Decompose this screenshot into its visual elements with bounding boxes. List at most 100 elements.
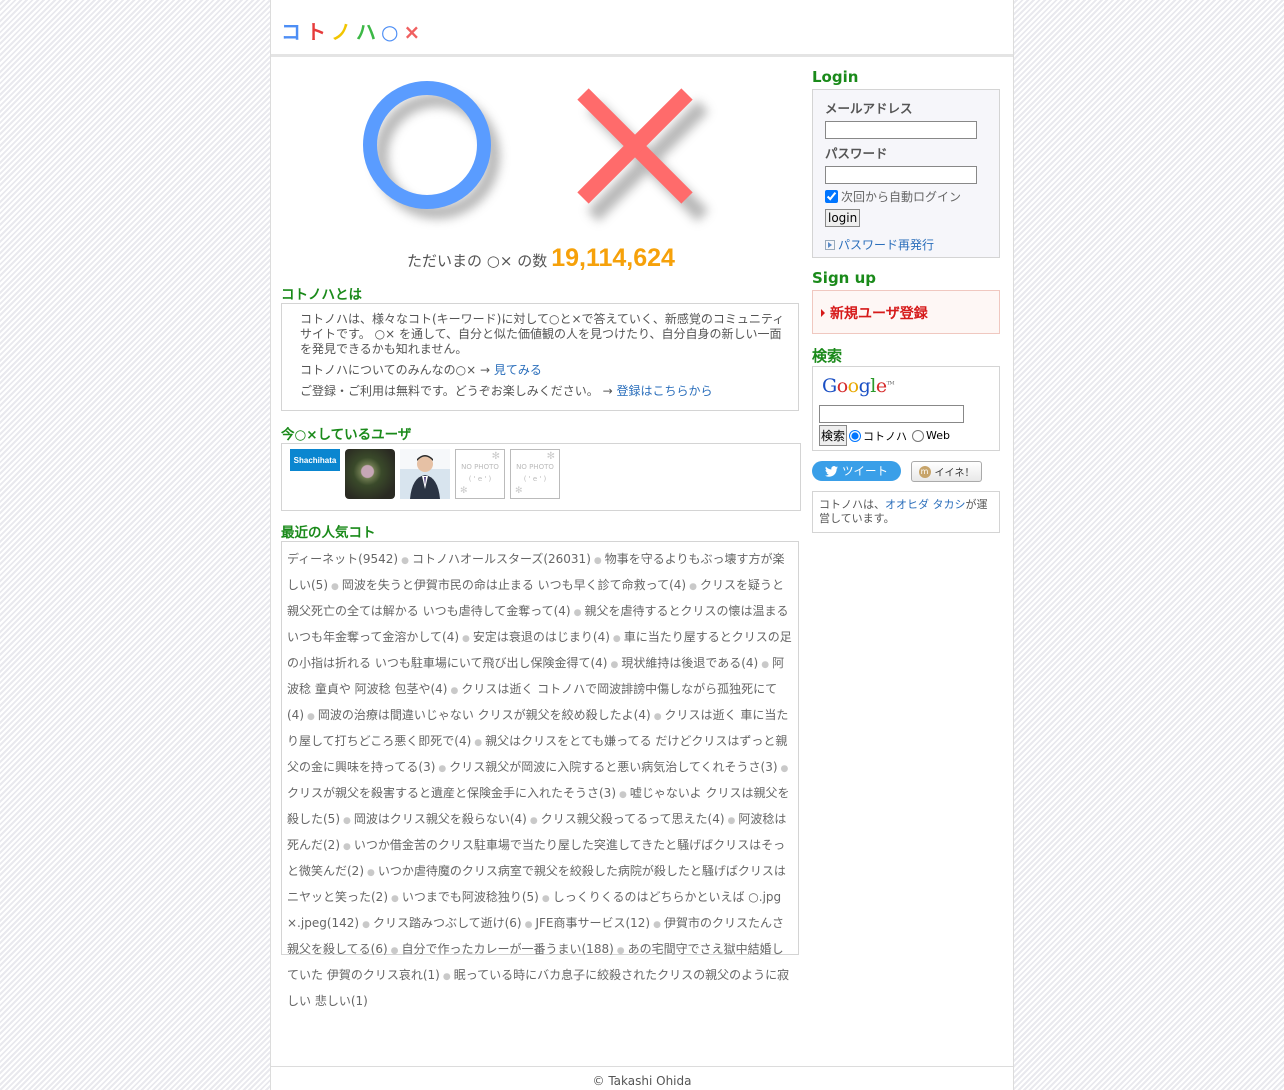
logo-char: ノ [331,20,351,44]
nophoto-face: ( ' e ' ) [468,475,492,483]
login-title: Login [812,68,859,86]
google-letter: G [822,375,837,397]
arrow-box-icon [825,239,835,250]
google-letter: o [836,375,848,397]
autologin-checkbox[interactable] [825,190,838,203]
radio-site-label: コトノハ [863,429,908,443]
popular-keyword-link[interactable]: クリス親父が岡波に入院すると悪い病気治してくれそうさ(3) [449,760,777,774]
popular-keyword-link[interactable]: ディーネット(9542) [287,552,398,566]
popular-keyword-link[interactable]: 安定は衰退のはじまり(4) [473,630,610,644]
hero-graphic [351,80,731,240]
user-thumb-plant[interactable] [345,449,395,499]
site-footer: © Takashi Ohida [271,1066,1013,1088]
operator-link[interactable]: オオヒダ タカシ [885,498,966,511]
reissue-row: パスワード再発行 [825,236,999,253]
search-controls: 検索 コトノハ Web [819,425,950,446]
logo-char: ト [306,20,326,44]
google-letter: g [858,375,871,397]
users-title: 今○×しているユーザ [281,427,412,443]
user-thumb-shachihata[interactable]: Shachihata [290,449,340,471]
tweet-button[interactable]: ツイート [812,461,901,481]
bird-icon [825,465,838,477]
bullet-icon: ● [343,816,351,826]
mixi-icon: m [918,465,931,478]
bullet-icon: ● [462,634,470,644]
bullet-icon: ● [653,712,662,722]
nophoto-face: ( ' e ' ) [523,475,547,483]
popular-keyword-link[interactable]: JFE商事サービス(12) [535,916,650,930]
popular-keyword-link[interactable]: 岡波を失うと伊賀市民の命は止まる いつも早く診て命救って(4) [342,578,686,592]
password-field[interactable] [825,166,977,184]
bullet-icon: ● [442,972,451,982]
sparkle-icon: ✻ [515,486,523,496]
popular-keyword-link[interactable]: クリス踏みつぶして逝け(6) [373,916,522,930]
search-button[interactable]: 検索 [819,425,848,446]
user-thumb-nophoto[interactable]: NO PHOTO ( ' e ' ) ✻ ✻ [455,449,505,499]
popular-keyword-link[interactable]: 自分で作ったカレーが一番うまい(188) [402,942,614,956]
bullet-icon: ● [529,816,538,826]
user-thumb-nophoto[interactable]: NO PHOTO ( ' e ' ) ✻ ✻ [510,449,560,499]
total-count: ただいまの ○× の数 19,114,624 [281,244,801,273]
bullet-icon: ● [450,686,459,696]
sparkle-icon: ✻ [460,486,468,496]
bullet-icon: ● [331,582,339,592]
popular-keyword-link[interactable]: 現状維持は後退である(4) [621,656,758,670]
nophoto-label: NO PHOTO [516,463,554,471]
google-letter: o [847,375,859,397]
popular-keyword-link[interactable]: クリス親父殺ってるって思えた(4) [541,812,725,826]
signup-box: 新規ユーザ登録 [812,290,1000,334]
login-button[interactable]: login [825,209,861,227]
bullet-icon: ● [761,660,770,670]
about-box: コトノハは、様々なコト(キーワード)に対して○と×で答えていく、新感覚のコミュニ… [281,303,799,411]
shachihata-label: Shachihata [293,455,337,465]
about-free: ご登録・ご利用は無料です。どうぞお楽しみください。 → 登録はこちらから [300,384,788,399]
google-logo: GoogleTM [822,375,895,397]
bullet-icon: ● [343,842,351,852]
new-user-register-link[interactable]: 新規ユーザ登録 [830,303,928,323]
autologin-row: 次回から自動ログイン [825,188,999,205]
radio-web[interactable] [912,429,925,442]
bullet-icon: ● [362,920,370,930]
popular-keyword-link[interactable]: 岡波の治療は間違いじゃない クリスが親父を絞め殺したよ(4) [318,708,651,722]
autologin-label: 次回から自動ログイン [841,190,962,204]
email-field[interactable] [825,121,977,139]
email-label: メールアドレス [825,101,913,116]
popular-keyword-link[interactable]: クリスが親父を殺害すると遺産と保険金手に入れたそうさ(3) [287,786,616,800]
search-title: 検索 [812,347,843,365]
users-box: Shachihata NO PHOTO ( ' e ' ) ✻ ✻ NO PHO… [281,443,801,511]
sparkle-icon: ✻ [546,451,555,462]
bullet-icon: ● [474,738,483,748]
sparkle-icon: ✻ [491,451,500,462]
password-reissue-link[interactable]: パスワード再発行 [838,236,934,253]
bullet-icon: ● [390,946,399,956]
google-letter: e [875,375,887,397]
copyright: © Takashi Ohida [592,1074,692,1088]
site-logo[interactable]: コトノハ ○ × [281,20,425,44]
see-link[interactable]: 見てみる [494,363,542,377]
logo-char: ハ [356,20,376,44]
search-box: GoogleTM 検索 コトノハ Web [812,366,1000,451]
bullet-icon: ● [401,556,409,566]
user-thumb-person[interactable] [400,449,450,499]
count-label: ただいまの ○× の数 [407,252,548,270]
about-everyone-text: コトノハについてのみんなの○× → [300,363,491,377]
register-link[interactable]: 登録はこちらから [617,384,713,398]
mixi-like-button[interactable]: m イイネ！ [911,461,982,482]
popular-box: ディーネット(9542) ● コトノハオールスターズ(26031) ● 物事を守るよりも… [281,541,799,1008]
radio-site[interactable] [849,429,862,442]
signup-title: Sign up [812,269,876,287]
search-input[interactable] [819,405,964,423]
popular-keyword-link[interactable]: コトノハオールスターズ(26031) [412,552,591,566]
person-photo-icon [410,455,440,499]
bullet-icon: ● [367,868,375,878]
operator-box: コトノハは、オオヒダ タカシが運営しています。 [812,491,1000,533]
bullet-icon: ● [610,660,619,670]
bullet-icon: ● [727,816,736,826]
about-description: コトノハは、様々なコト(キーワード)に対して○と×で答えていく、新感覚のコミュニ… [300,312,785,356]
bullet-icon: ● [391,894,399,904]
bullet-icon: ● [438,764,447,774]
popular-keyword-link[interactable]: 岡波はクリス親父を殺らない(4) [354,812,527,826]
popular-keyword-link[interactable]: いつまでも阿波稔独り(5) [402,890,539,904]
bullet-icon: ● [616,946,625,956]
tweet-label: ツイート [842,464,888,478]
